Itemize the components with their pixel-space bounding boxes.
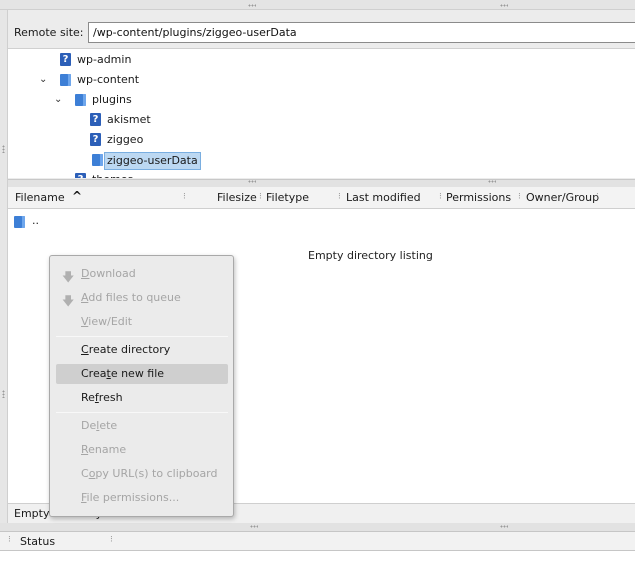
- status-splitter[interactable]: [0, 523, 635, 531]
- remote-path-input[interactable]: [88, 22, 635, 43]
- tree-item-label: themes: [92, 170, 133, 178]
- left-panel-edge: [0, 10, 8, 523]
- tree-item-label: wp-admin: [77, 53, 132, 66]
- queue-status-tabs: ⁝ Status ⁝: [0, 531, 635, 551]
- column-separator[interactable]: ⁝: [183, 192, 186, 202]
- menu-item-rename[interactable]: Rename: [56, 440, 228, 460]
- tree-item-ziggeo[interactable]: ? ziggeo: [8, 130, 635, 150]
- tree-item-wp-admin[interactable]: ? wp-admin: [8, 50, 635, 70]
- folder-icon: [75, 94, 86, 106]
- folder-icon: [60, 74, 71, 86]
- splitter-grip[interactable]: [250, 525, 258, 528]
- splitter-grip[interactable]: [500, 525, 508, 528]
- menu-separator: [56, 336, 228, 337]
- tree-item-label: akismet: [107, 113, 151, 126]
- splitter-grip[interactable]: [2, 145, 5, 153]
- column-separator[interactable]: ⁝: [338, 192, 341, 202]
- splitter-grip[interactable]: [500, 4, 508, 7]
- empty-directory-message: Empty directory listing: [308, 249, 433, 262]
- column-header-last-modified[interactable]: Last modified: [346, 191, 421, 204]
- column-header-filesize[interactable]: Filesize: [217, 191, 257, 204]
- tree-item-label: ziggeo-userData: [104, 152, 201, 170]
- splitter-grip[interactable]: [248, 4, 256, 7]
- tree-item-plugins[interactable]: ⌄ plugins: [8, 90, 635, 110]
- column-header-permissions[interactable]: Permissions: [446, 191, 511, 204]
- column-header-owner-group[interactable]: Owner/Group: [526, 191, 599, 204]
- folder-icon: [14, 216, 25, 228]
- column-separator[interactable]: ⁝: [259, 192, 262, 202]
- tree-item-label: ziggeo: [107, 133, 144, 146]
- menu-item-download[interactable]: 🡇 Download: [56, 264, 228, 284]
- column-header-filetype[interactable]: Filetype: [266, 191, 309, 204]
- menu-separator: [56, 412, 228, 413]
- file-list-header: Filename ^ ⁝ Filesize ⁝ Filetype ⁝ Last …: [8, 187, 635, 209]
- tab-status[interactable]: Status: [20, 535, 55, 548]
- column-separator[interactable]: ⁝: [518, 192, 521, 202]
- window-top-strip: [0, 0, 635, 10]
- splitter-grip[interactable]: [248, 180, 256, 183]
- add-queue-arrow-icon: 🡇: [62, 294, 75, 308]
- menu-item-create-new-file[interactable]: Create new file: [56, 364, 228, 384]
- menu-item-refresh[interactable]: Refresh: [56, 388, 228, 408]
- chevron-down-icon[interactable]: ⌄: [54, 90, 62, 110]
- column-header-filename[interactable]: Filename: [15, 191, 65, 204]
- tree-item-label: wp-content: [77, 73, 140, 86]
- status-panel-body: [0, 551, 635, 581]
- unknown-folder-icon: ?: [90, 133, 101, 146]
- column-separator[interactable]: ⁝: [8, 535, 11, 545]
- menu-item-copy-url[interactable]: Copy URL(s) to clipboard: [56, 464, 228, 484]
- tree-list-splitter[interactable]: [8, 179, 635, 187]
- tree-item-akismet[interactable]: ? akismet: [8, 110, 635, 130]
- menu-item-create-directory[interactable]: Create directory: [56, 340, 228, 360]
- list-item-label: ..: [32, 214, 39, 227]
- unknown-folder-icon: ?: [60, 53, 71, 66]
- column-separator[interactable]: ⁝: [596, 192, 599, 202]
- unknown-folder-icon: ?: [90, 113, 101, 126]
- tree-item-themes[interactable]: ? themes: [8, 170, 635, 178]
- sort-ascending-icon: ^: [72, 189, 83, 203]
- folder-icon: [92, 154, 103, 166]
- chevron-down-icon[interactable]: ⌄: [39, 70, 47, 90]
- tree-item-label: plugins: [92, 93, 132, 106]
- remote-site-bar: Remote site:: [8, 18, 635, 46]
- splitter-grip[interactable]: [488, 180, 496, 183]
- list-item-parent-directory[interactable]: ..: [12, 213, 72, 231]
- menu-item-add-files-to-queue[interactable]: 🡇 Add files to queue: [56, 288, 228, 308]
- tree-item-wp-content[interactable]: ⌄ wp-content: [8, 70, 635, 90]
- unknown-folder-icon: ?: [75, 173, 86, 178]
- column-separator[interactable]: ⁝: [439, 192, 442, 202]
- menu-item-file-permissions[interactable]: File permissions...: [56, 488, 228, 508]
- download-arrow-icon: 🡇: [62, 270, 75, 284]
- column-separator[interactable]: ⁝: [110, 535, 113, 545]
- remote-directory-tree[interactable]: ? wp-admin ⌄ wp-content ⌄ plugins ? akis…: [8, 48, 635, 178]
- tree-item-ziggeo-userdata[interactable]: ziggeo-userData: [8, 150, 635, 170]
- file-context-menu: 🡇 Download 🡇 Add files to queue View/Edi…: [49, 255, 234, 517]
- menu-item-delete[interactable]: Delete: [56, 416, 228, 436]
- menu-item-view-edit[interactable]: View/Edit: [56, 312, 228, 332]
- splitter-grip[interactable]: [2, 390, 5, 398]
- remote-site-label: Remote site:: [14, 26, 84, 39]
